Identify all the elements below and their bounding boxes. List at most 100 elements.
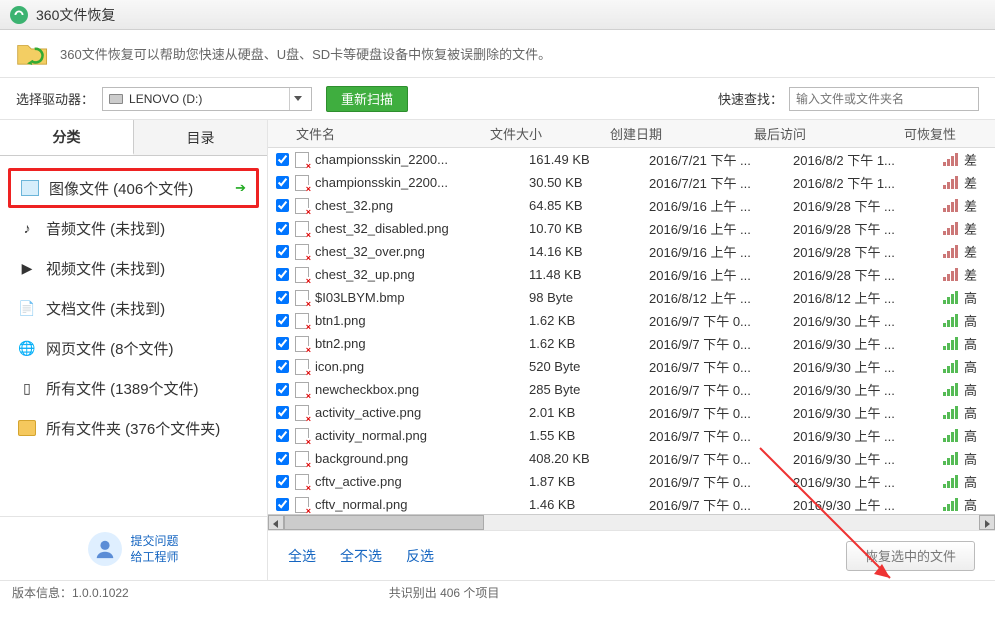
table-row[interactable]: championsskin_2200...161.49 KB2016/7/21 … bbox=[268, 148, 995, 171]
signal-icon bbox=[943, 383, 958, 396]
row-checkbox[interactable] bbox=[276, 314, 289, 327]
scroll-thumb[interactable] bbox=[284, 515, 484, 530]
cell-name: btn2.png bbox=[315, 336, 529, 351]
row-checkbox[interactable] bbox=[276, 245, 289, 258]
table-row[interactable]: icon.png520 Byte2016/9/7 下午 0...2016/9/3… bbox=[268, 355, 995, 378]
row-checkbox[interactable] bbox=[276, 498, 289, 511]
table-row[interactable]: chest_32_disabled.png10.70 KB2016/9/16 上… bbox=[268, 217, 995, 240]
status-summary: 共识别出 406 个项目 bbox=[389, 584, 500, 601]
table-row[interactable]: btn1.png1.62 KB2016/9/7 下午 0...2016/9/30… bbox=[268, 309, 995, 332]
recoverability-text: 高 bbox=[964, 357, 977, 376]
recoverability-text: 差 bbox=[964, 196, 977, 215]
table-row[interactable]: cftv_normal.png1.46 KB2016/9/7 下午 0...20… bbox=[268, 493, 995, 514]
cell-size: 1.87 KB bbox=[529, 474, 649, 489]
table-row[interactable]: newcheckbox.png285 Byte2016/9/7 下午 0...2… bbox=[268, 378, 995, 401]
table-row[interactable]: activity_normal.png1.55 KB2016/9/7 下午 0.… bbox=[268, 424, 995, 447]
cell-accessed: 2016/9/30 上午 ... bbox=[793, 472, 943, 491]
submit-question-link[interactable]: 提交问题 bbox=[130, 533, 178, 549]
drive-combobox[interactable]: LENOVO (D:) bbox=[102, 87, 312, 111]
disk-icon bbox=[109, 94, 123, 104]
category-label: 所有文件夹 (376个文件夹) bbox=[46, 418, 220, 439]
table-row[interactable]: btn2.png1.62 KB2016/9/7 下午 0...2016/9/30… bbox=[268, 332, 995, 355]
cell-created: 2016/7/21 下午 ... bbox=[649, 150, 793, 169]
to-engineer-link[interactable]: 给工程师 bbox=[130, 549, 178, 565]
row-checkbox[interactable] bbox=[276, 383, 289, 396]
category-item-web[interactable]: 🌐网页文件 (8个文件) bbox=[8, 328, 259, 368]
tab-directory[interactable]: 目录 bbox=[134, 120, 267, 155]
row-checkbox[interactable] bbox=[276, 406, 289, 419]
category-item-folder[interactable]: 所有文件夹 (376个文件夹) bbox=[8, 408, 259, 448]
table-row[interactable]: cftv_active.png1.87 KB2016/9/7 下午 0...20… bbox=[268, 470, 995, 493]
cell-created: 2016/9/16 上午 ... bbox=[649, 196, 793, 215]
cell-recoverability: 差 bbox=[943, 173, 995, 192]
tab-category[interactable]: 分类 bbox=[0, 120, 134, 155]
cell-created: 2016/7/21 下午 ... bbox=[649, 173, 793, 192]
cell-size: 285 Byte bbox=[529, 382, 649, 397]
file-icon bbox=[295, 267, 309, 283]
engineer-panel: 提交问题 给工程师 bbox=[0, 516, 267, 580]
row-checkbox[interactable] bbox=[276, 337, 289, 350]
table-row[interactable]: activity_active.png2.01 KB2016/9/7 下午 0.… bbox=[268, 401, 995, 424]
table-row[interactable]: chest_32_up.png11.48 KB2016/9/16 上午 ...2… bbox=[268, 263, 995, 286]
table-row[interactable]: background.png408.20 KB2016/9/7 下午 0...2… bbox=[268, 447, 995, 470]
rescan-button[interactable]: 重新扫描 bbox=[326, 86, 408, 112]
row-checkbox[interactable] bbox=[276, 429, 289, 442]
category-item-video[interactable]: ▶视频文件 (未找到) bbox=[8, 248, 259, 288]
category-item-image[interactable]: 图像文件 (406个文件)➔ bbox=[8, 168, 259, 208]
cell-created: 2016/9/7 下午 0... bbox=[649, 449, 793, 468]
row-checkbox[interactable] bbox=[276, 199, 289, 212]
chevron-down-icon[interactable] bbox=[289, 88, 305, 110]
cell-size: 64.85 KB bbox=[529, 198, 649, 213]
recover-button[interactable]: 恢复选中的文件 bbox=[846, 541, 975, 571]
file-icon bbox=[295, 221, 309, 237]
cell-accessed: 2016/9/30 上午 ... bbox=[793, 495, 943, 514]
col-size[interactable]: 文件大小 bbox=[490, 124, 610, 143]
table-row[interactable]: championsskin_2200...30.50 KB2016/7/21 下… bbox=[268, 171, 995, 194]
video-icon: ▶ bbox=[18, 260, 36, 276]
col-name[interactable]: 文件名 bbox=[276, 124, 490, 143]
recoverability-text: 高 bbox=[964, 495, 977, 514]
signal-icon bbox=[943, 360, 958, 373]
row-checkbox[interactable] bbox=[276, 176, 289, 189]
col-created[interactable]: 创建日期 bbox=[610, 124, 754, 143]
sidebar-tabs: 分类 目录 bbox=[0, 120, 267, 156]
cell-size: 408.20 KB bbox=[529, 451, 649, 466]
cell-size: 161.49 KB bbox=[529, 152, 649, 167]
row-checkbox[interactable] bbox=[276, 268, 289, 281]
scroll-left-arrow[interactable] bbox=[268, 515, 284, 530]
category-item-audio[interactable]: ♪音频文件 (未找到) bbox=[8, 208, 259, 248]
table-row[interactable]: chest_32_over.png14.16 KB2016/9/16 上午 ..… bbox=[268, 240, 995, 263]
select-none-link[interactable]: 全不选 bbox=[340, 546, 382, 566]
cell-recoverability: 高 bbox=[943, 334, 995, 353]
col-recover[interactable]: 可恢复性 bbox=[904, 124, 995, 143]
cell-created: 2016/9/16 上午 ... bbox=[649, 242, 793, 261]
signal-icon bbox=[943, 199, 958, 212]
category-item-all[interactable]: ▯所有文件 (1389个文件) bbox=[8, 368, 259, 408]
recoverability-text: 高 bbox=[964, 426, 977, 445]
scroll-right-arrow[interactable] bbox=[979, 515, 995, 530]
cell-recoverability: 高 bbox=[943, 472, 995, 491]
file-icon bbox=[295, 474, 309, 490]
cell-name: background.png bbox=[315, 451, 529, 466]
row-checkbox[interactable] bbox=[276, 360, 289, 373]
horizontal-scrollbar[interactable] bbox=[268, 514, 995, 530]
signal-icon bbox=[943, 291, 958, 304]
invert-select-link[interactable]: 反选 bbox=[406, 546, 434, 566]
signal-icon bbox=[943, 222, 958, 235]
select-all-link[interactable]: 全选 bbox=[288, 546, 316, 566]
recoverability-text: 高 bbox=[964, 311, 977, 330]
row-checkbox[interactable] bbox=[276, 291, 289, 304]
table-row[interactable]: chest_32.png64.85 KB2016/9/16 上午 ...2016… bbox=[268, 194, 995, 217]
search-input[interactable] bbox=[789, 87, 979, 111]
row-checkbox[interactable] bbox=[276, 452, 289, 465]
category-item-doc[interactable]: 📄文档文件 (未找到) bbox=[8, 288, 259, 328]
category-label: 图像文件 (406个文件) bbox=[49, 178, 193, 199]
col-accessed[interactable]: 最后访问 bbox=[754, 124, 904, 143]
recoverability-text: 高 bbox=[964, 472, 977, 491]
row-checkbox[interactable] bbox=[276, 222, 289, 235]
row-checkbox[interactable] bbox=[276, 153, 289, 166]
document-icon: 📄 bbox=[18, 300, 36, 316]
cell-recoverability: 差 bbox=[943, 265, 995, 284]
row-checkbox[interactable] bbox=[276, 475, 289, 488]
table-row[interactable]: $I03LBYM.bmp98 Byte2016/8/12 上午 ...2016/… bbox=[268, 286, 995, 309]
